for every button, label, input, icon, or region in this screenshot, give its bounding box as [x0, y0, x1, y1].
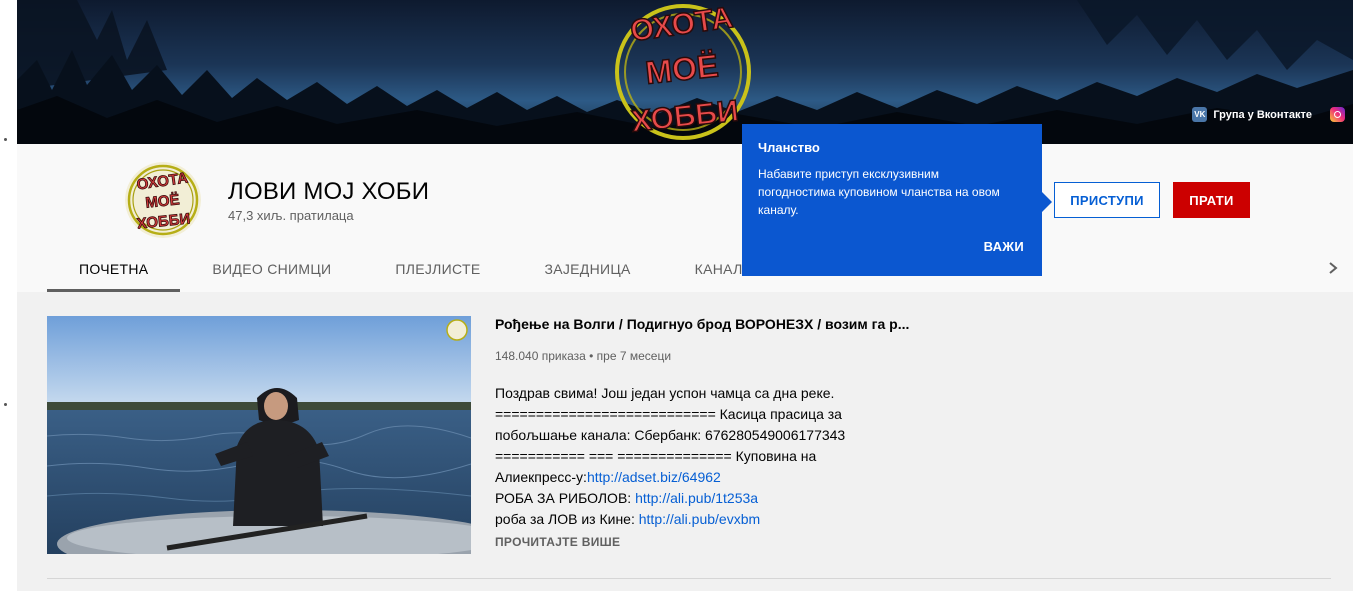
desc-line: побољшање канала: Сбербанк: 676280549006… [495, 427, 846, 443]
membership-tooltip: Чланство Набавите приступ ексклузивним п… [742, 124, 1052, 276]
avatar[interactable]: ОХОТА МОЁ ХОББИ [125, 162, 201, 238]
svg-text:ОХОТА: ОХОТА [628, 1, 734, 48]
desc-line: Поздрав свима! Још један успон чамца са … [495, 385, 835, 401]
desc-text: Алиекпресс-у: [495, 469, 587, 485]
vk-group-link[interactable]: VK Група у Вконтакте [1192, 107, 1312, 122]
tab-home[interactable]: ПОЧЕТНА [47, 246, 181, 292]
instagram-icon [1330, 107, 1345, 122]
tooltip-got-it-button[interactable]: ВАЖИ [984, 239, 1024, 254]
tooltip-title: Чланство [758, 140, 820, 155]
tab-videos[interactable]: ВИДЕО СНИМЦИ [180, 246, 363, 292]
desc-line: Алиекпресс-у:http://adset.biz/64962 [495, 467, 875, 488]
banner-logo: ОХОТА МОЁ ХОББИ [615, 0, 751, 140]
channel-page: ОХОТА МОЁ ХОББИ VK Група у Вконтакте ОХО… [17, 0, 1353, 591]
tab-playlists[interactable]: ПЛЕЈЛИСТЕ [363, 246, 512, 292]
channel-banner: ОХОТА МОЁ ХОББИ VK Група у Вконтакте [17, 0, 1353, 144]
desc-line: =========================== Касица праси… [495, 406, 842, 422]
tab-community[interactable]: ЗАЈЕДНИЦА [512, 246, 662, 292]
vk-icon: VK [1192, 107, 1208, 122]
video-description: Поздрав свима! Још један успон чамца са … [495, 383, 875, 530]
desc-line: =========== === ============== Куповина … [495, 448, 817, 464]
tooltip-body: Набавите приступ ексклузивним погодности… [758, 167, 1000, 217]
subscribe-button[interactable]: ПРАТИ [1173, 182, 1250, 218]
desc-text: РОБА ЗА РИБОЛОВ: [495, 490, 636, 506]
instagram-link[interactable] [1330, 107, 1345, 122]
desc-text: роба за ЛОВ из Кине: [495, 511, 639, 527]
video-title-link[interactable]: Рођење на Волги / Подигнуо брод ВОРОНЕЗХ… [495, 316, 909, 332]
channel-tabs: ПОЧЕТНА ВИДЕО СНИМЦИ ПЛЕЈЛИСТЕ ЗАЈЕДНИЦА… [47, 246, 785, 292]
svg-text:ХОББИ: ХОББИ [630, 95, 740, 139]
hunting-goods-link[interactable]: http://ali.pub/evxbm [639, 511, 760, 527]
margin-mark [4, 138, 7, 141]
desc-line: роба за ЛОВ из Кине: http://ali.pub/evxb… [495, 509, 875, 530]
chevron-right-icon [1329, 262, 1338, 274]
tabs-scroll-right-button[interactable] [1322, 256, 1344, 280]
video-thumbnail[interactable] [47, 316, 471, 554]
channel-name: ЛОВИ МОЈ ХОБИ [228, 178, 430, 205]
section-divider [47, 578, 1331, 579]
fishing-goods-link[interactable]: http://ali.pub/1t253a [635, 490, 758, 506]
subscriber-count: 47,3 хиљ. пратилаца [228, 208, 354, 223]
vk-link-label: Група у Вконтакте [1213, 108, 1312, 121]
margin-mark [4, 403, 7, 406]
desc-line: РОБА ЗА РИБОЛОВ: http://ali.pub/1t253a [495, 488, 875, 509]
channel-header: ОХОТА МОЁ ХОББИ ЛОВИ МОЈ ХОБИ 47,3 хиљ. … [17, 144, 1353, 292]
svg-text:МОЁ: МОЁ [145, 191, 181, 211]
join-button[interactable]: ПРИСТУПИ [1054, 182, 1160, 218]
video-meta: 148.040 приказа • пре 7 месеци [495, 349, 672, 363]
featured-video-section: Рођење на Волги / Подигнуо брод ВОРОНЕЗХ… [17, 292, 1353, 591]
banner-links: VK Група у Вконтакте [1192, 107, 1345, 122]
svg-text:МОЁ: МОЁ [644, 47, 720, 90]
aliexpress-link[interactable]: http://adset.biz/64962 [587, 469, 721, 485]
read-more-button[interactable]: ПРОЧИТАЈТЕ ВИШЕ [495, 535, 620, 549]
